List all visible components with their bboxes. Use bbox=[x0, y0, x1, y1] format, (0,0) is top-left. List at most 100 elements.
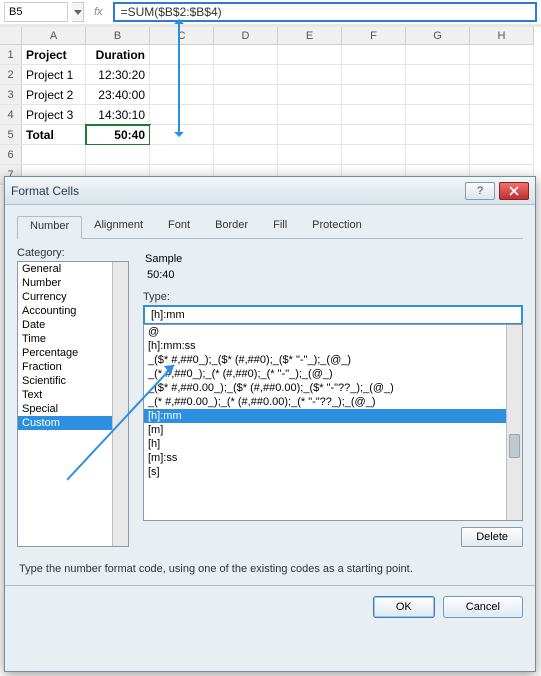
cell[interactable] bbox=[150, 85, 214, 105]
scroll-thumb[interactable] bbox=[509, 434, 520, 458]
cell[interactable] bbox=[470, 45, 534, 65]
select-all-corner[interactable] bbox=[0, 27, 22, 45]
cell[interactable] bbox=[342, 145, 406, 165]
name-box-dropdown[interactable] bbox=[72, 2, 84, 22]
cell[interactable] bbox=[470, 125, 534, 145]
help-button[interactable]: ? bbox=[465, 182, 495, 200]
cell[interactable]: Project 3 bbox=[22, 105, 86, 125]
col-header[interactable]: C bbox=[150, 27, 214, 45]
row-header[interactable]: 4 bbox=[0, 105, 22, 125]
cell[interactable] bbox=[406, 125, 470, 145]
cell[interactable] bbox=[214, 125, 278, 145]
format-code-item[interactable]: [h]:mm:ss bbox=[144, 339, 506, 353]
cell[interactable] bbox=[214, 105, 278, 125]
tab-protection[interactable]: Protection bbox=[299, 215, 375, 238]
category-item[interactable]: Currency bbox=[18, 290, 112, 304]
cell[interactable] bbox=[470, 145, 534, 165]
category-item[interactable]: Number bbox=[18, 276, 112, 290]
cell[interactable]: 50:40 bbox=[86, 125, 150, 145]
format-code-item[interactable]: _($* #,##0.00_);_($* (#,##0.00);_($* "-"… bbox=[144, 381, 506, 395]
category-item[interactable]: Accounting bbox=[18, 304, 112, 318]
cell[interactable]: 12:30:20 bbox=[86, 65, 150, 85]
row-header[interactable]: 5 bbox=[0, 125, 22, 145]
category-item[interactable]: Fraction bbox=[18, 360, 112, 374]
cell[interactable] bbox=[342, 125, 406, 145]
cell[interactable] bbox=[406, 105, 470, 125]
cell[interactable] bbox=[214, 85, 278, 105]
cell[interactable]: 14:30:10 bbox=[86, 105, 150, 125]
cell[interactable]: Project bbox=[22, 45, 86, 65]
cell[interactable] bbox=[214, 65, 278, 85]
cell[interactable] bbox=[342, 105, 406, 125]
cell[interactable] bbox=[342, 45, 406, 65]
cell[interactable] bbox=[150, 145, 214, 165]
category-item[interactable]: Custom bbox=[18, 416, 112, 430]
cell[interactable] bbox=[86, 145, 150, 165]
cell[interactable] bbox=[214, 45, 278, 65]
col-header[interactable]: F bbox=[342, 27, 406, 45]
col-header[interactable]: A bbox=[22, 27, 86, 45]
category-item[interactable]: Time bbox=[18, 332, 112, 346]
tab-border[interactable]: Border bbox=[202, 215, 261, 238]
category-item[interactable]: Date bbox=[18, 318, 112, 332]
scrollbar[interactable] bbox=[112, 262, 128, 546]
category-item[interactable]: Percentage bbox=[18, 346, 112, 360]
tab-font[interactable]: Font bbox=[155, 215, 203, 238]
category-item[interactable]: Scientific bbox=[18, 374, 112, 388]
col-header[interactable]: G bbox=[406, 27, 470, 45]
row-header[interactable]: 1 bbox=[0, 45, 22, 65]
cell[interactable] bbox=[470, 85, 534, 105]
col-header[interactable]: H bbox=[470, 27, 534, 45]
format-code-item[interactable]: [m]:ss bbox=[144, 451, 506, 465]
titlebar[interactable]: Format Cells ? bbox=[5, 177, 535, 205]
row-header[interactable]: 6 bbox=[0, 145, 22, 165]
cancel-button[interactable]: Cancel bbox=[443, 596, 523, 618]
format-code-item[interactable]: [s] bbox=[144, 465, 506, 479]
cell[interactable] bbox=[278, 45, 342, 65]
cell[interactable] bbox=[278, 105, 342, 125]
delete-button[interactable]: Delete bbox=[461, 527, 523, 547]
close-button[interactable] bbox=[499, 182, 529, 200]
cell[interactable]: 23:40:00 bbox=[86, 85, 150, 105]
tab-fill[interactable]: Fill bbox=[260, 215, 300, 238]
format-code-item[interactable]: _(* #,##0_);_(* (#,##0);_(* "-"_);_(@_) bbox=[144, 367, 506, 381]
category-item[interactable]: Special bbox=[18, 402, 112, 416]
cell[interactable] bbox=[214, 145, 278, 165]
category-item[interactable]: General bbox=[18, 262, 112, 276]
cell[interactable] bbox=[406, 65, 470, 85]
cell[interactable] bbox=[470, 65, 534, 85]
cell[interactable] bbox=[150, 65, 214, 85]
cell[interactable]: Project 1 bbox=[22, 65, 86, 85]
format-code-item[interactable]: @ bbox=[144, 325, 506, 339]
cell[interactable]: Project 2 bbox=[22, 85, 86, 105]
format-code-item[interactable]: _($* #,##0_);_($* (#,##0);_($* "-"_);_(@… bbox=[144, 353, 506, 367]
col-header[interactable]: D bbox=[214, 27, 278, 45]
ok-button[interactable]: OK bbox=[373, 596, 435, 618]
cell[interactable] bbox=[406, 145, 470, 165]
cell[interactable]: Duration bbox=[86, 45, 150, 65]
cell[interactable] bbox=[406, 45, 470, 65]
tab-alignment[interactable]: Alignment bbox=[81, 215, 156, 238]
cell[interactable] bbox=[342, 65, 406, 85]
cell[interactable] bbox=[278, 125, 342, 145]
category-list[interactable]: GeneralNumberCurrencyAccountingDateTimeP… bbox=[17, 261, 129, 547]
cell[interactable] bbox=[342, 85, 406, 105]
cell[interactable] bbox=[470, 105, 534, 125]
category-item[interactable]: Text bbox=[18, 388, 112, 402]
tab-number[interactable]: Number bbox=[17, 216, 82, 239]
col-header[interactable]: E bbox=[278, 27, 342, 45]
format-code-item[interactable]: [m] bbox=[144, 423, 506, 437]
format-code-item[interactable]: _(* #,##0.00_);_(* (#,##0.00);_(* "-"??_… bbox=[144, 395, 506, 409]
cell[interactable] bbox=[278, 85, 342, 105]
fx-icon[interactable]: fx bbox=[88, 6, 109, 18]
format-code-item[interactable]: [h] bbox=[144, 437, 506, 451]
col-header[interactable]: B bbox=[86, 27, 150, 45]
cell[interactable] bbox=[22, 145, 86, 165]
name-box[interactable] bbox=[4, 2, 68, 22]
format-code-item[interactable]: [h]:mm bbox=[144, 409, 506, 423]
cell[interactable] bbox=[150, 45, 214, 65]
cell[interactable] bbox=[278, 65, 342, 85]
row-header[interactable]: 3 bbox=[0, 85, 22, 105]
cell[interactable]: Total time bbox=[22, 125, 86, 145]
cell[interactable] bbox=[278, 145, 342, 165]
